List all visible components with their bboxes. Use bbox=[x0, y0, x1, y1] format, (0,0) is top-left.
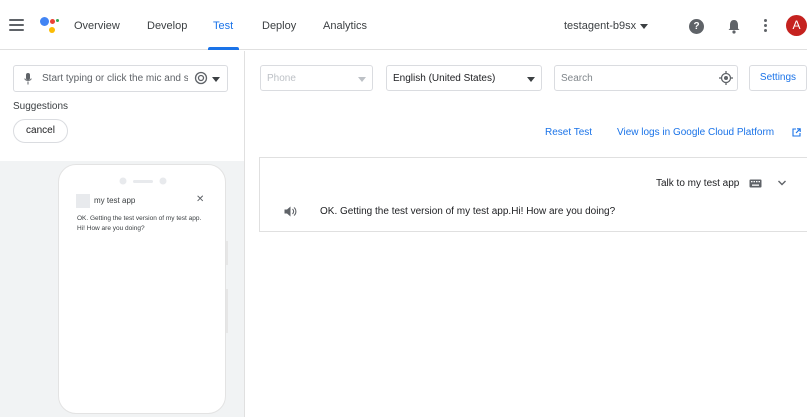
app-title: my test app bbox=[94, 196, 136, 205]
device-select-placeholder: Phone bbox=[267, 73, 296, 84]
tab-analytics[interactable]: Analytics bbox=[323, 20, 367, 32]
language-select[interactable]: English (United States) bbox=[386, 65, 542, 91]
top-app-bar: Overview Develop Test Deploy Analytics t… bbox=[0, 0, 807, 50]
tab-overview[interactable]: Overview bbox=[74, 20, 120, 32]
device-select[interactable]: Phone bbox=[260, 65, 373, 91]
phone-side-button bbox=[226, 241, 228, 265]
agent-selector[interactable]: testagent-b9sx bbox=[564, 20, 636, 32]
device-dropdown-caret-icon[interactable] bbox=[358, 77, 366, 82]
reset-test-button[interactable]: Reset Test bbox=[545, 127, 592, 138]
keyboard-icon[interactable] bbox=[749, 179, 762, 188]
phone-screen: my test app ✕ OK. Getting the test versi… bbox=[71, 191, 213, 411]
surface-selector-icon[interactable] bbox=[194, 71, 208, 85]
speaker-icon[interactable] bbox=[284, 206, 297, 217]
active-tab-indicator bbox=[208, 47, 239, 50]
phone-side-button bbox=[226, 289, 228, 333]
language-select-value: English (United States) bbox=[393, 73, 496, 84]
suggestion-chip-cancel[interactable]: cancel bbox=[13, 119, 68, 143]
simulator-input-placeholder: Start typing or click the mic and start … bbox=[42, 73, 188, 84]
agent-dropdown-caret-icon[interactable] bbox=[640, 24, 648, 29]
assistant-response: OK. Getting the test version of my test … bbox=[320, 206, 616, 217]
notifications-bell-icon[interactable] bbox=[727, 19, 741, 34]
open-in-new-icon[interactable] bbox=[792, 128, 801, 137]
simulator-input[interactable]: Start typing or click the mic and start … bbox=[13, 65, 228, 92]
phone-notch bbox=[119, 177, 167, 185]
settings-button[interactable]: Settings bbox=[749, 65, 807, 91]
mic-icon[interactable] bbox=[24, 73, 32, 85]
tab-test[interactable]: Test bbox=[213, 20, 233, 32]
more-options-icon[interactable] bbox=[764, 19, 768, 33]
location-search-input[interactable]: Search bbox=[554, 65, 738, 91]
my-location-icon[interactable] bbox=[719, 71, 733, 85]
user-utterance: Talk to my test app bbox=[656, 178, 740, 189]
location-search-placeholder: Search bbox=[561, 73, 593, 84]
menu-icon[interactable] bbox=[9, 19, 24, 31]
input-dropdown-caret-icon[interactable] bbox=[212, 77, 220, 82]
chevron-down-icon[interactable] bbox=[777, 179, 787, 187]
language-dropdown-caret-icon[interactable] bbox=[527, 77, 535, 82]
device-preview-area: my test app ✕ OK. Getting the test versi… bbox=[0, 161, 244, 417]
view-logs-link[interactable]: View logs in Google Cloud Platform bbox=[617, 127, 774, 138]
conversation-card: Talk to my test app OK. Getting the test… bbox=[259, 157, 807, 232]
phone-frame: my test app ✕ OK. Getting the test versi… bbox=[58, 164, 226, 414]
app-icon bbox=[76, 194, 90, 208]
tab-develop[interactable]: Develop bbox=[147, 20, 187, 32]
assistant-logo-icon bbox=[38, 15, 60, 35]
avatar[interactable]: A bbox=[786, 15, 807, 36]
suggestions-label: Suggestions bbox=[13, 101, 69, 112]
help-icon[interactable]: ? bbox=[689, 19, 704, 34]
close-icon[interactable]: ✕ bbox=[196, 194, 204, 205]
simulator-panel: Start typing or click the mic and start … bbox=[0, 51, 245, 417]
tab-deploy[interactable]: Deploy bbox=[262, 20, 296, 32]
phone-response-text: OK. Getting the test version of my test … bbox=[77, 215, 202, 232]
